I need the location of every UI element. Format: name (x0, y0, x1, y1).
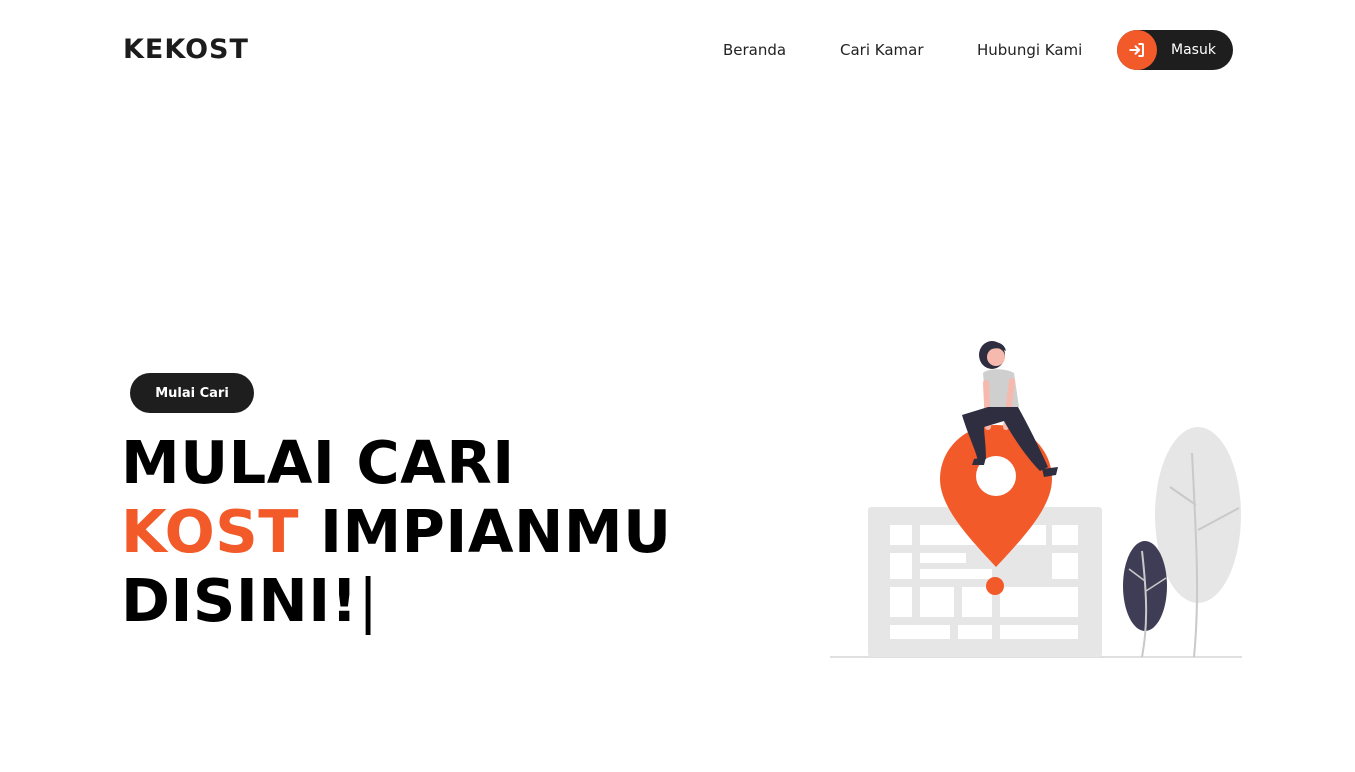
login-button[interactable]: Masuk (1117, 30, 1233, 70)
nav-link-beranda[interactable]: Beranda (723, 40, 786, 60)
hero-title-accent: KOST (121, 497, 299, 566)
hero-title-line-1: MULAI CARI (121, 428, 515, 497)
login-button-label: Masuk (1171, 42, 1216, 58)
map-pin-person-illustration (830, 341, 1242, 658)
sign-in-icon (1117, 30, 1157, 70)
nav-link-hubungi-kami[interactable]: Hubungi Kami (977, 40, 1082, 60)
hero-title-line-3-text: DISINI! (121, 566, 359, 635)
hero-title-line-3: DISINI!| (121, 566, 761, 635)
navbar: KEKOST Beranda Cari Kamar Hubungi Kami M… (0, 0, 1355, 100)
start-search-button[interactable]: Mulai Cari (130, 373, 254, 413)
hero-title-line-2-rest: IMPIANMU (298, 497, 672, 566)
hero-title-line-2: KOST IMPIANMU (121, 497, 761, 566)
nav-link-cari-kamar[interactable]: Cari Kamar (840, 40, 924, 60)
hero-title: MULAI CARI KOST IMPIANMU DISINI!| (121, 428, 761, 635)
typing-cursor: | (358, 566, 379, 635)
brand-logo[interactable]: KEKOST (123, 33, 249, 67)
